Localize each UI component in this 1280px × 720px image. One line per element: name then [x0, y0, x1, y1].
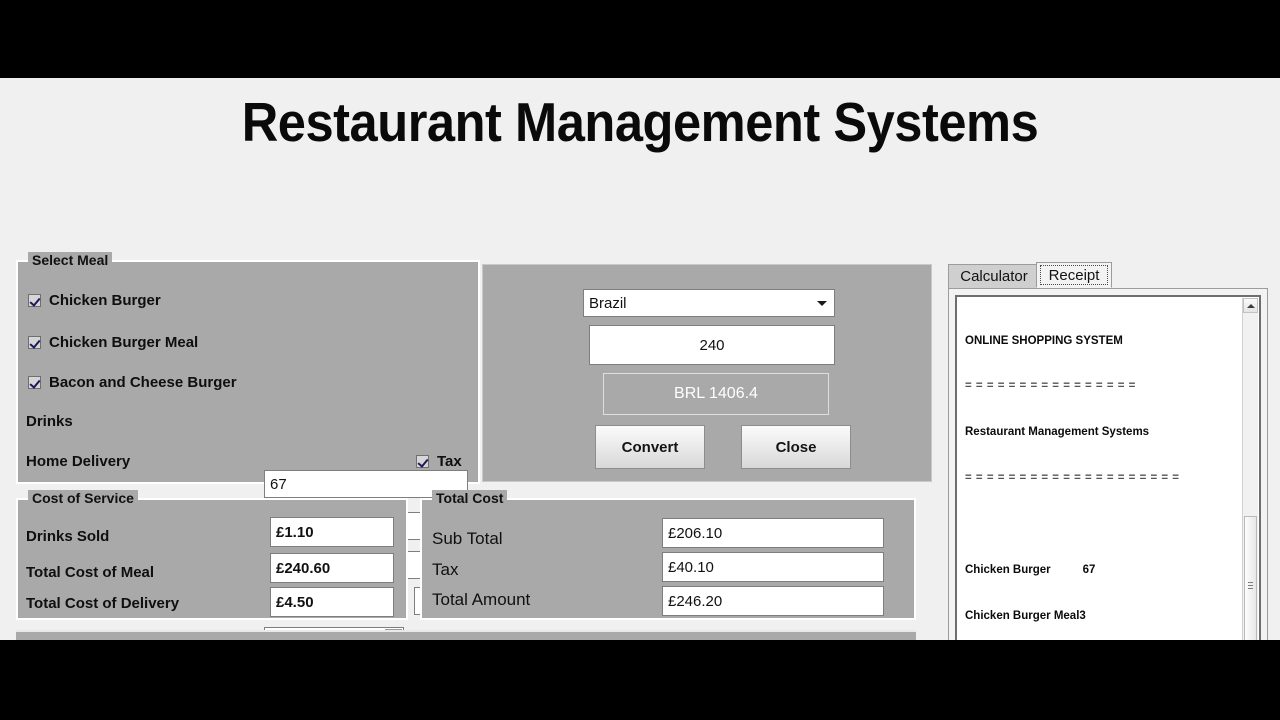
checkbox-bacon-and-cheese-burger[interactable] [28, 375, 41, 389]
conversion-result-field: BRL 1406.4 [603, 373, 829, 415]
amount-input[interactable]: 240 [589, 325, 835, 365]
action-button-bar: Cost of Meal Reset Exit [16, 630, 916, 640]
scroll-up-icon[interactable] [1243, 298, 1258, 313]
total-cost-group: Total Cost Sub Total £206.10 Tax £40.10 … [420, 490, 916, 620]
label-drinks-sold: Drinks Sold [26, 528, 110, 545]
label-chicken-burger: Chicken Burger [49, 291, 161, 309]
label-sub-total: Sub Total [432, 529, 503, 548]
checkbox-chicken-burger[interactable] [28, 293, 41, 307]
cost-of-service-group: Cost of Service Drinks Sold £1.10 Total … [16, 490, 408, 620]
checkbox-chicken-burger-meal[interactable] [28, 335, 41, 349]
label-bacon-and-cheese-burger: Bacon and Cheese Burger [49, 373, 237, 391]
tax-checkbox-row: Tax [416, 447, 462, 475]
country-select-value: Brazil [589, 294, 627, 312]
country-select[interactable]: Brazil [583, 289, 835, 317]
receipt-text: ONLINE SHOPPING SYSTEM = = = = = = = = =… [965, 303, 1239, 640]
currency-converter-panel: Brazil 240 BRL 1406.4 Convert Close [482, 264, 932, 482]
label-drinks: Drinks [26, 412, 73, 430]
checkbox-tax[interactable] [416, 454, 429, 468]
focus-ring [1040, 265, 1108, 285]
value-total-cost-of-delivery: £4.50 [270, 587, 394, 617]
tab-control: Calculator Receipt ONLINE SHOPPING SYSTE… [948, 262, 1268, 640]
scrollbar-grip [1248, 582, 1253, 590]
chevron-down-icon [817, 301, 827, 306]
receipt-subtitle: Restaurant Management Systems [965, 426, 1150, 439]
convert-button[interactable]: Convert [595, 425, 705, 469]
value-total-amount: £246.20 [662, 586, 884, 616]
value-total-cost-of-meal: £240.60 [270, 553, 394, 583]
value-drinks-sold: £1.10 [270, 517, 394, 547]
receipt-separator: = = = = = = = = = = = = = = = = = = = = [965, 472, 1180, 485]
label-total-cost-of-meal: Total Cost of Meal [26, 564, 155, 581]
tab-page-receipt: ONLINE SHOPPING SYSTEM = = = = = = = = =… [948, 288, 1268, 640]
receipt-viewport: ONLINE SHOPPING SYSTEM = = = = = = = = =… [957, 297, 1259, 640]
value-sub-total: £206.10 [662, 518, 884, 548]
label-chicken-burger-meal: Chicken Burger Meal [49, 333, 199, 351]
receipt-item-line: Chicken Burger Meal3 [965, 609, 1086, 622]
close-button[interactable]: Close [741, 425, 851, 469]
meal-row-chicken-burger: Chicken Burger [28, 286, 161, 314]
scrollbar-thumb[interactable] [1244, 516, 1257, 640]
meal-row-bacon-cheese-burger: Bacon and Cheese Burger [28, 368, 237, 396]
receipt-separator: = = = = = = = = = = = = = = = = [965, 380, 1136, 393]
select-meal-legend: Select Meal [28, 252, 113, 268]
receipt-frame: ONLINE SHOPPING SYSTEM = = = = = = = = =… [955, 295, 1261, 640]
label-tax: Tax [437, 452, 462, 470]
page-title: Restaurant Management Systems [241, 91, 1039, 153]
tab-calculator[interactable]: Calculator [948, 264, 1040, 288]
label-home-delivery: Home Delivery [26, 452, 131, 470]
meal-row-drinks: Drinks [26, 407, 73, 435]
receipt-item-line: Chicken Burger 67 [965, 564, 1096, 577]
select-meal-group: Select Meal Chicken Burger 67 Chicken Bu… [16, 252, 480, 640]
application-window: Restaurant Management Systems Select Mea… [0, 78, 1280, 640]
meal-row-chicken-burger-meal: Chicken Burger Meal [28, 328, 198, 356]
meal-row-home-delivery: Home Delivery [26, 447, 130, 475]
screen: Restaurant Management Systems Select Mea… [0, 0, 1280, 720]
value-tax: £40.10 [662, 552, 884, 582]
label-tax: Tax [432, 560, 459, 579]
label-total-cost-of-delivery: Total Cost of Delivery [26, 595, 180, 612]
cost-of-service-legend: Cost of Service [28, 490, 138, 506]
receipt-scrollbar[interactable] [1242, 298, 1258, 640]
total-cost-legend: Total Cost [432, 490, 508, 506]
receipt-header: ONLINE SHOPPING SYSTEM [965, 334, 1123, 347]
tab-receipt[interactable]: Receipt [1036, 262, 1112, 288]
label-total-amount: Total Amount [432, 590, 531, 609]
